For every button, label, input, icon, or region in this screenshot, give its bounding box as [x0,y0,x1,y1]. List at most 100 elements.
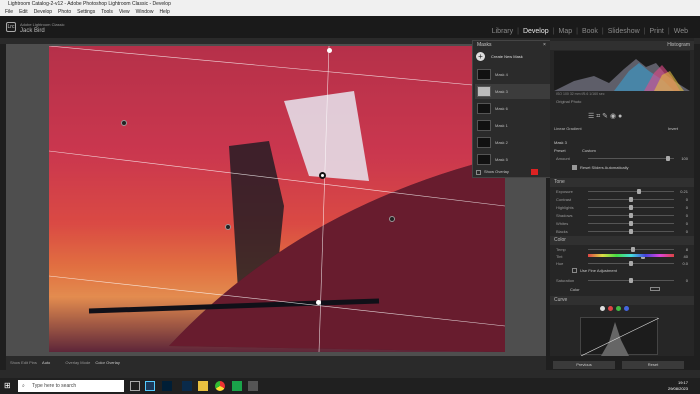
reset-button[interactable]: Reset [622,361,684,369]
tone-curve[interactable] [580,317,660,357]
clock-date: 29/08/2023 [667,386,688,391]
adjustment-slider[interactable]: Blacks 0 [556,228,688,235]
mask-thumbnail [477,154,491,165]
overlay-mode-dropdown[interactable]: Color Overlay [95,360,119,365]
fine-adjustment-checkbox[interactable] [572,268,577,273]
mask-item[interactable]: Mask 5 [475,152,551,167]
overlay-color-swatch[interactable] [531,169,538,175]
gradient-handle[interactable] [316,300,321,305]
mask-icon[interactable]: ● [618,113,622,120]
preset-dropdown[interactable]: Custom [582,148,596,153]
file-explorer-icon[interactable] [198,381,208,391]
adjustment-slider[interactable]: Highlights 0 [556,204,688,211]
edit-pins-dropdown[interactable]: Auto [42,360,50,365]
curve-channel-red-icon[interactable] [608,306,613,311]
module-book[interactable]: Book [578,28,602,35]
slider-knob[interactable] [637,189,642,194]
mask-pin[interactable] [225,224,231,230]
curve-channel-blue-icon[interactable] [624,306,629,311]
saturation-slider[interactable]: Saturation 0 [556,277,688,284]
menu-develop[interactable]: Develop [34,8,52,16]
module-library[interactable]: Library [488,28,517,35]
adjust-icon[interactable]: ☰ [588,113,594,120]
module-map[interactable]: Map [554,28,576,35]
adjustment-slider[interactable]: Exposure 0.21 [556,188,688,195]
show-overlay-checkbox[interactable] [476,170,481,175]
histogram-graph [554,59,690,91]
app-taskbar-icon[interactable] [182,381,192,391]
slider-knob[interactable] [629,221,633,226]
color-swatch[interactable] [650,287,660,291]
taskbar-clock[interactable]: 19:17 29/08/2023 [668,380,688,392]
curve-channel-white-icon[interactable] [600,306,605,311]
menu-photo[interactable]: Photo [58,8,71,16]
mask-item[interactable]: Mask 6 [475,101,551,116]
plus-icon[interactable]: + [476,52,485,61]
slider-knob[interactable] [666,156,670,161]
color-label: Color [570,287,580,292]
invert-toggle[interactable]: Invert [668,126,678,131]
photoshop-taskbar-icon[interactable] [162,381,172,391]
slider-knob[interactable] [629,278,633,283]
color-header[interactable]: Color [550,236,694,245]
slider-knob[interactable] [629,213,633,218]
crop-icon[interactable]: ⌗ [596,113,600,120]
gradient-center-pin[interactable] [319,172,326,179]
mask-thumbnail [477,137,491,148]
mask-label: Mask 2 [495,140,508,145]
chrome-icon[interactable] [215,381,225,391]
curve-header[interactable]: Curve [550,296,694,305]
gradient-handle[interactable] [327,48,332,53]
task-view-icon[interactable] [130,381,140,391]
menu-settings[interactable]: Settings [77,8,95,16]
menu-help[interactable]: Help [159,8,169,16]
mask-item[interactable]: Mask 4 [475,67,551,82]
create-new-mask-button[interactable]: Create New Mask [491,54,523,59]
tone-header[interactable]: Tone [550,178,694,187]
menu-edit[interactable]: Edit [19,8,28,16]
search-icon: ⌕ [22,383,25,389]
module-web[interactable]: Web [670,28,692,35]
slider-knob[interactable] [630,247,635,252]
slider-knob[interactable] [629,261,633,266]
module-print[interactable]: Print [645,28,667,35]
app-taskbar-icon[interactable] [248,381,258,391]
module-develop[interactable]: Develop [519,28,553,35]
slider-value: 0 [685,278,688,283]
amount-slider[interactable]: Amount 100 [556,155,688,162]
original-photo-toggle[interactable]: Original Photo [556,99,581,104]
windows-start-icon[interactable]: ⊞ [4,382,12,390]
mask-pin[interactable] [389,216,395,222]
module-slideshow[interactable]: Slideshow [604,28,644,35]
app-taskbar-icon[interactable] [232,381,242,391]
slider-knob[interactable] [629,197,633,202]
redeye-icon[interactable]: ◉ [610,113,616,120]
mask-pin[interactable] [121,120,127,126]
lightroom-classic-taskbar-icon[interactable] [145,381,155,391]
menu-window[interactable]: Window [136,8,154,16]
filmstrip-collapse[interactable] [0,370,700,378]
heal-icon[interactable]: ✎ [602,113,608,120]
mask-item-selected[interactable]: Mask 3 [475,84,551,99]
taskbar-search[interactable]: ⌕ Type here to search [18,380,124,392]
mask-item[interactable]: Mask 2 [475,135,551,150]
adjustment-slider[interactable]: Whites 0 [556,220,688,227]
slider-knob[interactable] [629,229,633,234]
curve-channel-green-icon[interactable] [616,306,621,311]
mask-item[interactable]: Mask 1 [475,118,551,133]
edited-photo[interactable] [49,46,505,352]
reset-sliders-checkbox[interactable] [572,165,577,170]
adjustment-slider[interactable]: Shadows 0 [556,212,688,219]
adjustment-slider[interactable]: Temp 8 [556,246,688,253]
menu-tools[interactable]: Tools [101,8,113,16]
histogram[interactable] [554,51,690,91]
adjustment-slider[interactable]: Hue 0.0 [556,260,688,267]
menu-view[interactable]: View [119,8,130,16]
slider-label: Tint [556,254,563,259]
adjustment-slider[interactable]: Contrast 0 [556,196,688,203]
close-icon[interactable]: × [543,42,546,48]
menu-file[interactable]: File [5,8,13,16]
slider-label: Highlights [556,205,574,210]
previous-button[interactable]: Previous [553,361,615,369]
slider-knob[interactable] [629,205,633,210]
